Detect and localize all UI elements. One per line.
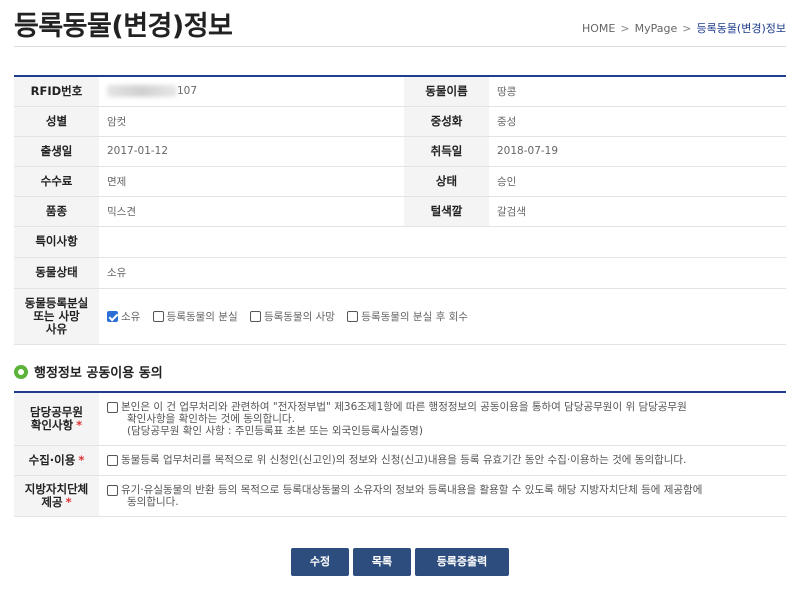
breadcrumb-home[interactable]: HOME: [582, 22, 615, 35]
label-text: 수집·이용: [28, 452, 76, 467]
table-row: 동물등록분실 또는 사망 사유 소유 등록동물의 분실 등록동물의 사망 등록동…: [14, 288, 786, 345]
local-gov-consent: 유기·유실동물의 반환 등의 목적으로 등록대상동물의 소유자의 정보와 등록내…: [99, 475, 786, 517]
breadcrumb-current: 등록동물(변경)정보: [696, 22, 786, 35]
table-row: 품종 믹스견 털색깔 갈검색: [14, 196, 786, 227]
fee-label: 수수료: [14, 166, 99, 197]
checkbox-icon[interactable]: [152, 310, 164, 322]
special-label: 특이사항: [14, 226, 99, 258]
rfid-value: 107: [99, 76, 404, 107]
birth-value: 2017-01-12: [99, 136, 404, 167]
loss-reason-options: 소유 등록동물의 분실 등록동물의 사망 등록동물의 분실 후 회수: [99, 288, 786, 345]
animal-state-label: 동물상태: [14, 257, 99, 289]
table-row: 동물상태 소유: [14, 257, 786, 289]
option-label: 소유: [121, 310, 141, 323]
breed-label: 품종: [14, 196, 99, 227]
consent-text: 동물등록 업무처리를 목적으로 위 신청인(신고인)의 정보와 신청(신고)내용…: [121, 454, 687, 466]
checkbox-icon[interactable]: [249, 310, 261, 322]
section-title-text: 행정정보 공동이용 동의: [34, 366, 163, 381]
table-row: 출생일 2017-01-12 취득일 2018-07-19: [14, 136, 786, 167]
option-label: 등록동물의 분실 후 회수: [361, 310, 468, 323]
loss-reason-label-line: 동물등록분실: [24, 295, 89, 310]
label-line: 제공 *: [14, 494, 99, 509]
breed-value: 믹스견: [99, 196, 404, 227]
label-text: 제공: [41, 494, 63, 509]
rfid-label: RFID번호: [14, 76, 99, 107]
title-divider: [14, 46, 786, 47]
birth-label: 출생일: [14, 136, 99, 167]
option-label: 등록동물의 사망: [263, 310, 335, 323]
checkbox-icon[interactable]: [107, 484, 118, 496]
officer-check-consent: 본인은 이 건 업무처리와 관련하여 "전자정부법" 제36조제1항에 따른 행…: [99, 392, 786, 446]
button-bar: 수정 목록 등록증출력: [0, 548, 800, 576]
acquire-value: 2018-07-19: [489, 136, 786, 167]
loss-reason-label-line: 사유: [45, 321, 68, 336]
rfid-suffix: 107: [177, 85, 198, 98]
label-text: 확인사항: [30, 417, 74, 432]
checkbox-checked-icon[interactable]: [107, 310, 118, 322]
consent-text: (담당공무원 확인 사항 : 주민등록표 초본 또는 외국인등록사실증명): [127, 424, 423, 437]
sex-value: 암컷: [99, 106, 404, 137]
consent-text: 유기·유실동물의 반환 등의 목적으로 등록대상동물의 소유자의 정보와 등록내…: [121, 483, 703, 496]
collect-use-consent: 동물등록 업무처리를 목적으로 위 신청인(신고인)의 정보와 신청(신고)내용…: [99, 445, 786, 476]
option-label: 등록동물의 분실: [166, 310, 238, 323]
consent-text: 동의합니다.: [127, 495, 179, 508]
loss-reason-option-owned[interactable]: 소유: [107, 310, 141, 323]
breadcrumb: HOME > MyPage > 등록동물(변경)정보: [582, 20, 786, 36]
sex-label: 성별: [14, 106, 99, 137]
table-row: 성별 암컷 중성화 중성: [14, 106, 786, 137]
color-label: 털색깔: [404, 196, 489, 227]
local-gov-label: 지방자치단체 제공 *: [14, 475, 99, 517]
checkbox-icon[interactable]: [107, 401, 118, 413]
status-label: 상태: [404, 166, 489, 197]
loss-reason-option-dead[interactable]: 등록동물의 사망: [249, 310, 335, 323]
fee-value: 면제: [99, 166, 404, 197]
acquire-label: 취득일: [404, 136, 489, 167]
section-bullet-icon: [14, 364, 28, 379]
consent-table: 담당공무원 확인사항 * 본인은 이 건 업무처리와 관련하여 "전자정부법" 제…: [14, 391, 786, 517]
special-value: [99, 226, 786, 258]
table-row: 담당공무원 확인사항 * 본인은 이 건 업무처리와 관련하여 "전자정부법" 제…: [14, 392, 786, 446]
animal-name-value: 땅콩: [489, 76, 786, 107]
page-title: 등록동물(변경)정보: [14, 11, 233, 42]
required-mark: *: [76, 417, 83, 432]
color-value: 갈검색: [489, 196, 786, 227]
officer-check-label: 담당공무원 확인사항 *: [14, 392, 99, 446]
modify-button[interactable]: 수정: [291, 548, 349, 576]
animal-info-table: RFID번호 107 동물이름 땅콩 성별 암컷 중성화 중성 출생일 2017…: [14, 75, 786, 345]
status-value: 승인: [489, 166, 786, 197]
table-row: 특이사항: [14, 226, 786, 258]
table-row: 수수료 면제 상태 승인: [14, 166, 786, 197]
breadcrumb-separator: >: [682, 22, 692, 35]
loss-reason-option-recovered[interactable]: 등록동물의 분실 후 회수: [347, 310, 468, 323]
checkbox-icon[interactable]: [347, 310, 359, 322]
neuter-value: 중성: [489, 106, 786, 137]
required-mark: *: [65, 494, 72, 509]
consent-section-title: 행정정보 공동이용 동의: [14, 362, 163, 381]
animal-name-label: 동물이름: [404, 76, 489, 107]
list-button[interactable]: 목록: [353, 548, 411, 576]
table-row: RFID번호 107 동물이름 땅콩: [14, 76, 786, 107]
breadcrumb-mypage[interactable]: MyPage: [635, 22, 678, 35]
consent-text: 확인사항을 확인하는 것에 동의합니다.: [127, 412, 295, 425]
consent-text: 본인은 이 건 업무처리와 관련하여 "전자정부법" 제36조제1항에 따른 행…: [121, 400, 687, 413]
required-mark: *: [78, 452, 85, 467]
collect-use-label: 수집·이용 *: [14, 445, 99, 476]
table-row: 지방자치단체 제공 * 유기·유실동물의 반환 등의 목적으로 등록대상동물의 소…: [14, 475, 786, 517]
checkbox-icon[interactable]: [107, 455, 118, 466]
label-line: 확인사항 *: [14, 417, 99, 432]
animal-state-value: 소유: [99, 257, 786, 289]
breadcrumb-separator: >: [620, 22, 630, 35]
print-certificate-button[interactable]: 등록증출력: [415, 548, 509, 576]
table-row: 수집·이용 * 동물등록 업무처리를 목적으로 위 신청인(신고인)의 정보와 신…: [14, 445, 786, 476]
loss-reason-label-line: 또는 사망: [33, 308, 80, 323]
neuter-label: 중성화: [404, 106, 489, 137]
loss-reason-label: 동물등록분실 또는 사망 사유: [14, 288, 99, 345]
masked-rfid: [107, 85, 177, 98]
loss-reason-option-lost[interactable]: 등록동물의 분실: [152, 310, 238, 323]
